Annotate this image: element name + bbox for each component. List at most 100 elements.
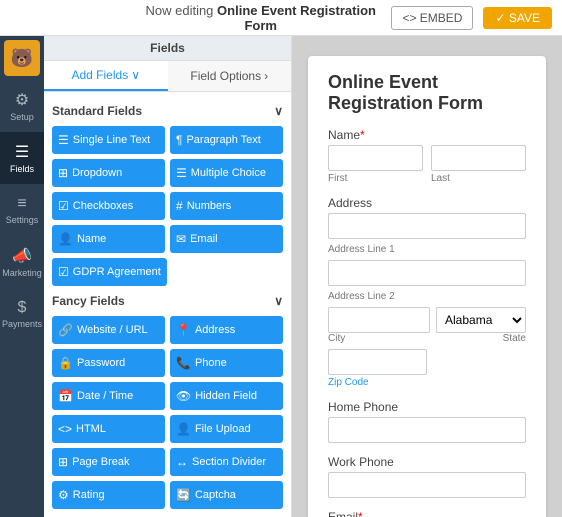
file-upload-label: File Upload (195, 423, 251, 435)
email-label: Email (190, 233, 218, 245)
sidebar-item-fields[interactable]: ☰ Fields (0, 132, 44, 184)
embed-button[interactable]: <> EMBED (391, 6, 473, 30)
standard-fields-grid: ☰ Single Line Text ¶ Paragraph Text ⊞ Dr… (52, 126, 283, 286)
numbers-label: Numbers (187, 200, 232, 212)
form-field-name: Name* First Last (328, 128, 526, 184)
top-bar-title: Now editing Online Event Registration Fo… (130, 3, 391, 33)
field-btn-single-line[interactable]: ☰ Single Line Text (52, 126, 165, 154)
field-btn-numbers[interactable]: # Numbers (170, 192, 283, 220)
field-btn-datetime[interactable]: 📅 Date / Time (52, 382, 165, 410)
tab-add-label: Add Fields (72, 68, 129, 82)
password-label: Password (77, 357, 125, 369)
phone-icon: 📞 (176, 356, 191, 370)
city-state-row: Alabama (328, 307, 526, 333)
field-btn-gdpr[interactable]: ☑ GDPR Agreement (52, 258, 167, 286)
sidebar-item-payments[interactable]: $ Payments (0, 288, 44, 340)
paragraph-label: Paragraph Text (186, 134, 260, 146)
address-field-label: Address (328, 196, 526, 210)
rating-icon: ⚙ (58, 488, 69, 502)
field-btn-password[interactable]: 🔒 Password (52, 349, 165, 377)
file-upload-icon: 👤 (176, 422, 191, 436)
tab-options-chevron: › (264, 69, 268, 83)
form-field-address: Address Address Line 1 Address Line 2 Al… (328, 196, 526, 388)
sidebar-item-setup[interactable]: ⚙ Setup (0, 80, 44, 132)
name-icon: 👤 (58, 232, 73, 246)
standard-section-label: Standard Fields (52, 104, 142, 118)
field-btn-file-upload[interactable]: 👤 File Upload (170, 415, 283, 443)
captcha-icon: 🔄 (176, 488, 191, 502)
field-btn-name[interactable]: 👤 Name (52, 225, 165, 253)
tab-add-fields[interactable]: Add Fields ∨ (44, 61, 168, 91)
field-btn-dropdown[interactable]: ⊞ Dropdown (52, 159, 165, 187)
datetime-icon: 📅 (58, 389, 73, 403)
name-first-label: First (328, 173, 423, 184)
form-name: Online Event Registration Form (217, 3, 376, 33)
fancy-section-chevron: ∨ (274, 294, 283, 308)
fields-content: Standard Fields ∨ ☰ Single Line Text ¶ P… (44, 92, 291, 517)
rating-label: Rating (73, 489, 105, 501)
address-line2-sublabel: Address Line 2 (328, 291, 526, 302)
page-break-label: Page Break (72, 456, 129, 468)
multiple-choice-label: Multiple Choice (191, 167, 266, 179)
state-select[interactable]: Alabama (436, 307, 526, 333)
address-line2-input[interactable] (328, 260, 526, 286)
field-btn-checkboxes[interactable]: ☑ Checkboxes (52, 192, 165, 220)
address-line1-sublabel: Address Line 1 (328, 244, 526, 255)
field-btn-captcha[interactable]: 🔄 Captcha (170, 481, 283, 509)
hidden-icon: 👁 (176, 389, 191, 403)
field-btn-html[interactable]: <> HTML (52, 415, 165, 443)
field-btn-multiple-choice[interactable]: ☰ Multiple Choice (170, 159, 283, 187)
dropdown-label: Dropdown (72, 167, 122, 179)
form-preview: Online Event Registration Form Name* Fir… (292, 36, 562, 517)
standard-section-header: Standard Fields ∨ (52, 104, 283, 118)
sidebar-item-marketing[interactable]: 📣 Marketing (0, 236, 44, 288)
address-label: Address (195, 324, 235, 336)
state-sublabel: State (503, 333, 526, 344)
home-phone-input[interactable] (328, 417, 526, 443)
marketing-icon: 📣 (12, 246, 32, 266)
name-first-input[interactable] (328, 145, 423, 171)
name-last-col: Last (431, 145, 526, 184)
field-btn-rating[interactable]: ⚙ Rating (52, 481, 165, 509)
zipcode-input[interactable] (328, 349, 427, 375)
name-required: * (360, 128, 365, 142)
state-col: Alabama (436, 307, 526, 333)
field-btn-hidden[interactable]: 👁 Hidden Field (170, 382, 283, 410)
city-input[interactable] (328, 307, 430, 333)
sidebar-label-payments: Payments (2, 319, 42, 329)
section-divider-label: Section Divider (192, 456, 266, 468)
gdpr-icon: ☑ (58, 265, 69, 279)
sidebar: 🐻 ⚙ Setup ☰ Fields ≡ Settings 📣 Marketin… (0, 36, 44, 517)
work-phone-label: Work Phone (328, 455, 526, 469)
sidebar-item-settings[interactable]: ≡ Settings (0, 184, 44, 236)
fields-panel: Fields Add Fields ∨ Field Options › Stan… (44, 36, 292, 517)
editing-prefix: Now editing (145, 3, 213, 18)
field-btn-section-divider[interactable]: ↔ Section Divider (170, 448, 283, 476)
fields-icon: ☰ (15, 142, 29, 162)
field-btn-paragraph[interactable]: ¶ Paragraph Text (170, 126, 283, 154)
website-label: Website / URL (77, 324, 148, 336)
field-btn-address[interactable]: 📍 Address (170, 316, 283, 344)
field-btn-phone[interactable]: 📞 Phone (170, 349, 283, 377)
field-btn-page-break[interactable]: ⊞ Page Break (52, 448, 165, 476)
form-field-email: Email* (328, 510, 526, 517)
form-field-work-phone: Work Phone (328, 455, 526, 498)
field-btn-website[interactable]: 🔗 Website / URL (52, 316, 165, 344)
address-line1-input[interactable] (328, 213, 526, 239)
dropdown-icon: ⊞ (58, 166, 68, 180)
work-phone-input[interactable] (328, 472, 526, 498)
checkboxes-label: Checkboxes (73, 200, 134, 212)
email-required: * (358, 510, 363, 517)
field-btn-email[interactable]: ✉ Email (170, 225, 283, 253)
name-last-input[interactable] (431, 145, 526, 171)
zipcode-sublabel: Zip Code (328, 377, 526, 388)
top-bar: Now editing Online Event Registration Fo… (0, 0, 562, 36)
name-label: Name (77, 233, 106, 245)
sidebar-label-marketing: Marketing (2, 268, 42, 278)
single-line-icon: ☰ (58, 133, 69, 147)
tab-field-options[interactable]: Field Options › (168, 61, 292, 91)
address-icon: 📍 (176, 323, 191, 337)
numbers-icon: # (176, 199, 183, 213)
save-button[interactable]: ✓ SAVE (483, 7, 552, 29)
sidebar-label-settings: Settings (6, 215, 39, 225)
